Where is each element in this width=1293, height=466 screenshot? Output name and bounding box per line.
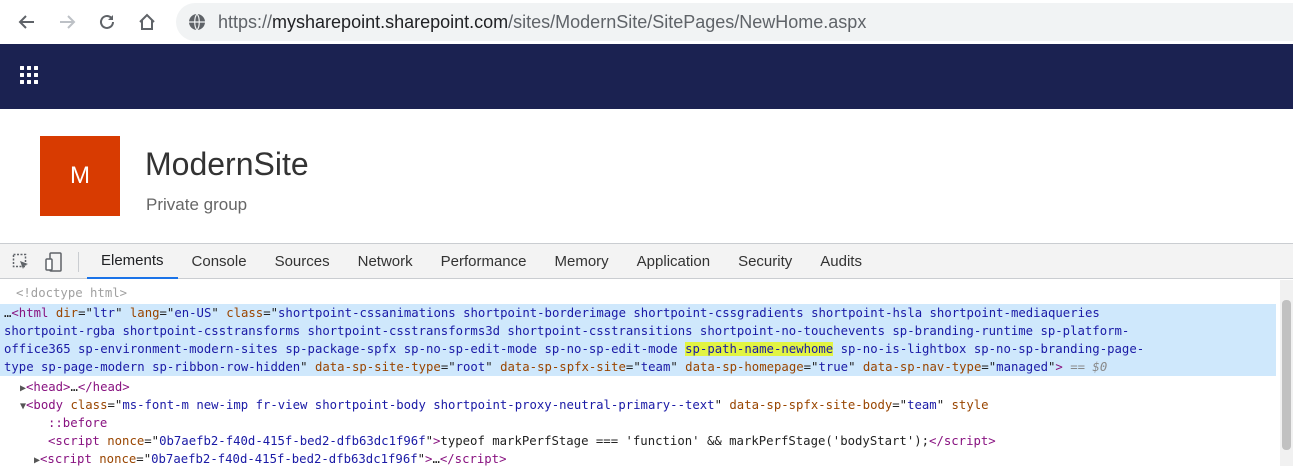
globe-icon	[189, 13, 205, 31]
devtools-tabbar: Elements Console Sources Network Perform…	[0, 244, 1293, 279]
reload-button[interactable]	[93, 8, 121, 36]
back-arrow-icon	[18, 15, 34, 29]
address-bar[interactable]: https://mysharepoint.sharepoint.com/site…	[176, 3, 1293, 41]
home-button[interactable]	[133, 8, 161, 36]
site-subtitle: Private group	[146, 195, 248, 214]
html-line-2: shortpoint-rgba shortpoint-csstransforms…	[4, 324, 1130, 338]
tab-application[interactable]: Application	[623, 244, 724, 279]
device-toolbar-icon[interactable]	[43, 251, 65, 273]
toolbar-divider	[78, 252, 79, 272]
devtools-panel: Elements Console Sources Network Perform…	[0, 243, 1293, 466]
reload-icon	[100, 14, 114, 29]
selected-html-node[interactable]: …<html dir="ltr" lang="en-US" class="sho…	[0, 304, 1276, 376]
forward-arrow-icon	[60, 15, 76, 29]
html-line-1: …<html dir="ltr" lang="en-US" class="sho…	[4, 306, 1100, 320]
tab-audits[interactable]: Audits	[806, 244, 876, 279]
body-node[interactable]: ▼<body class="ms-font-m new-imp fr-view …	[20, 396, 989, 416]
suite-bar	[0, 44, 1293, 109]
tab-memory[interactable]: Memory	[541, 244, 623, 279]
app-launcher-icon[interactable]	[20, 66, 40, 86]
before-pseudo-node[interactable]: ::before	[48, 414, 107, 432]
url-host: mysharepoint.sharepoint.com	[272, 12, 509, 32]
head-node[interactable]: ▶<head>…</head>	[20, 378, 130, 398]
url-text: https://mysharepoint.sharepoint.com/site…	[218, 12, 866, 33]
highlighted-class: sp-path-name-newhome	[685, 342, 834, 356]
home-icon	[139, 13, 155, 30]
site-logo[interactable]: M	[40, 136, 120, 216]
tab-network[interactable]: Network	[344, 244, 427, 279]
html-line-4: type sp-page-modern sp-ribbon-row-hidden…	[4, 360, 1108, 374]
tab-performance[interactable]: Performance	[427, 244, 541, 279]
html-line-3: office365 sp-environment-modern-sites sp…	[4, 342, 1145, 356]
doctype-node[interactable]: <!doctype html>	[16, 284, 127, 302]
url-path: /sites/ModernSite/SitePages/NewHome.aspx	[508, 12, 867, 32]
url-prefix: https://	[218, 12, 273, 32]
script-node-1[interactable]: <script nonce="0b7aefb2-f40d-415f-bed2-d…	[48, 432, 996, 450]
browser-toolbar: https://mysharepoint.sharepoint.com/site…	[0, 0, 1293, 44]
tab-console[interactable]: Console	[178, 244, 261, 279]
dom-scrollbar[interactable]	[1280, 280, 1293, 466]
site-title[interactable]: ModernSite	[145, 146, 309, 183]
tab-elements[interactable]: Elements	[87, 244, 178, 279]
back-button[interactable]	[13, 8, 41, 36]
tab-security[interactable]: Security	[724, 244, 806, 279]
dom-tree: <!doctype html> …<html dir="ltr" lang="e…	[0, 280, 1280, 466]
scrollbar-thumb[interactable]	[1282, 300, 1291, 450]
site-header: M ModernSite Private group	[0, 109, 1293, 243]
devtools-tabs: Elements Console Sources Network Perform…	[87, 244, 876, 279]
script-node-2[interactable]: ▶<script nonce="0b7aefb2-f40d-415f-bed2-…	[34, 450, 507, 466]
forward-button[interactable]	[53, 8, 81, 36]
inspect-element-icon[interactable]	[10, 251, 32, 273]
tab-sources[interactable]: Sources	[261, 244, 344, 279]
